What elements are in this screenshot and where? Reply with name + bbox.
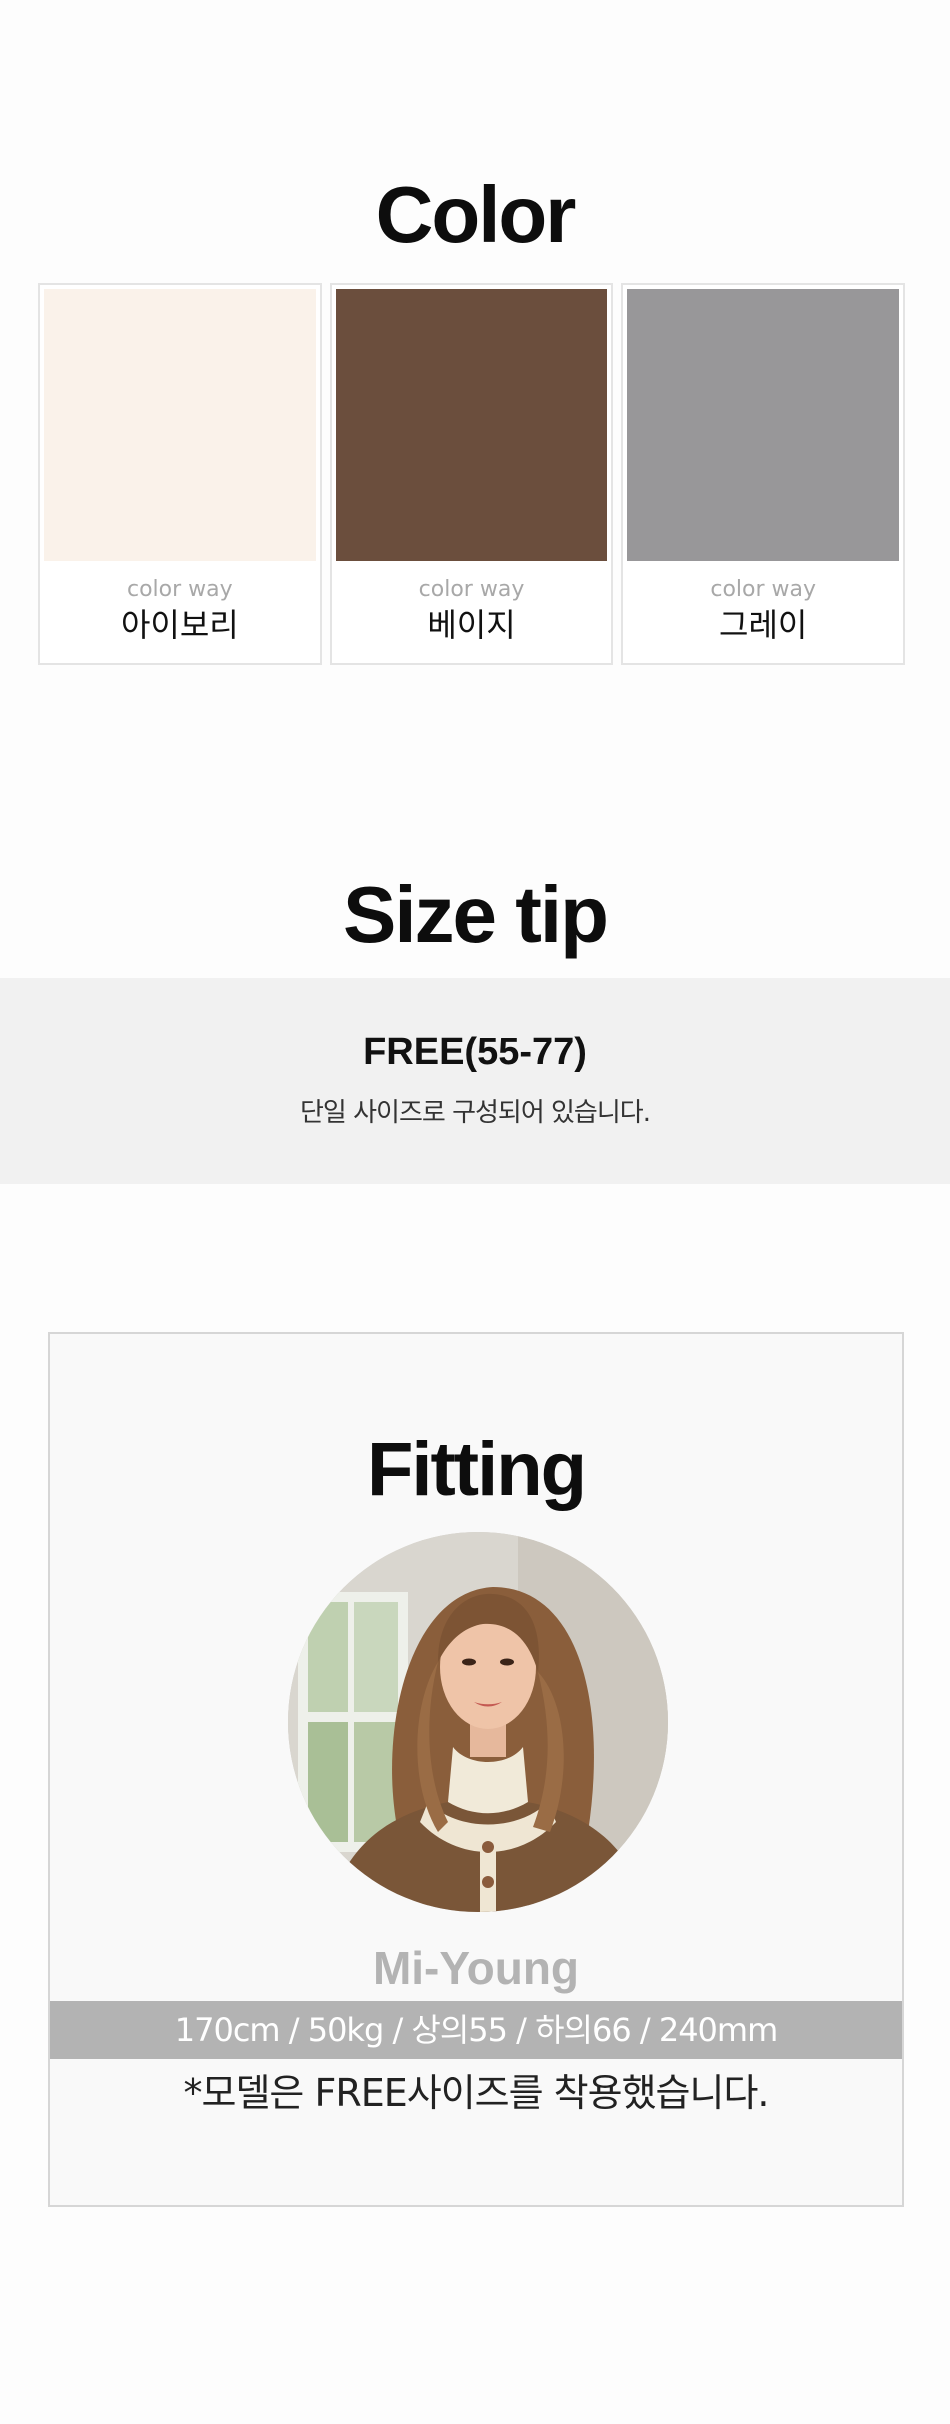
color-name: 베이지 bbox=[427, 606, 516, 644]
color-chip bbox=[335, 289, 608, 561]
color-way-caption: color way bbox=[710, 577, 817, 602]
color-way-caption: color way bbox=[127, 577, 233, 602]
color-chip bbox=[44, 289, 316, 561]
size-description: 단일 사이즈로 구성되어 있습니다. bbox=[300, 1098, 651, 1128]
color-swatch-ivory[interactable]: color way 아이보리 bbox=[38, 283, 322, 665]
model-photo-image bbox=[288, 1532, 668, 1912]
size-tip-band: FREE(55-77) 단일 사이즈로 구성되어 있습니다. bbox=[0, 978, 950, 1184]
product-detail-page: Color color way 아이보리 color way 베이지 color… bbox=[0, 0, 950, 2424]
model-stats: 170cm / 50kg / 상의55 / 하의66 / 240mm bbox=[50, 2001, 902, 2059]
color-name: 아이보리 bbox=[120, 606, 239, 644]
model-avatar bbox=[288, 1532, 668, 1912]
model-name: Mi-Young bbox=[372, 1942, 580, 1994]
fitting-panel: Fitting Mi-Young 170cm / 50kg / 상의55 / 하… bbox=[48, 1332, 904, 2207]
color-name: 그레이 bbox=[719, 606, 808, 644]
fitting-note: *모델은 FREE사이즈를 착용했습니다. bbox=[183, 2071, 770, 2115]
fitting-title: Fitting bbox=[366, 1427, 587, 1512]
size-tip-title: Size tip bbox=[342, 870, 609, 959]
color-swatch-list: color way 아이보리 color way 베이지 color way 그… bbox=[38, 283, 906, 665]
color-way-caption: color way bbox=[418, 577, 525, 602]
color-swatch-beige[interactable]: color way 베이지 bbox=[329, 283, 614, 665]
size-label: FREE(55-77) bbox=[363, 1031, 587, 1073]
color-section-title: Color bbox=[375, 170, 577, 259]
color-chip bbox=[627, 289, 900, 561]
color-swatch-gray[interactable]: color way 그레이 bbox=[621, 283, 906, 665]
